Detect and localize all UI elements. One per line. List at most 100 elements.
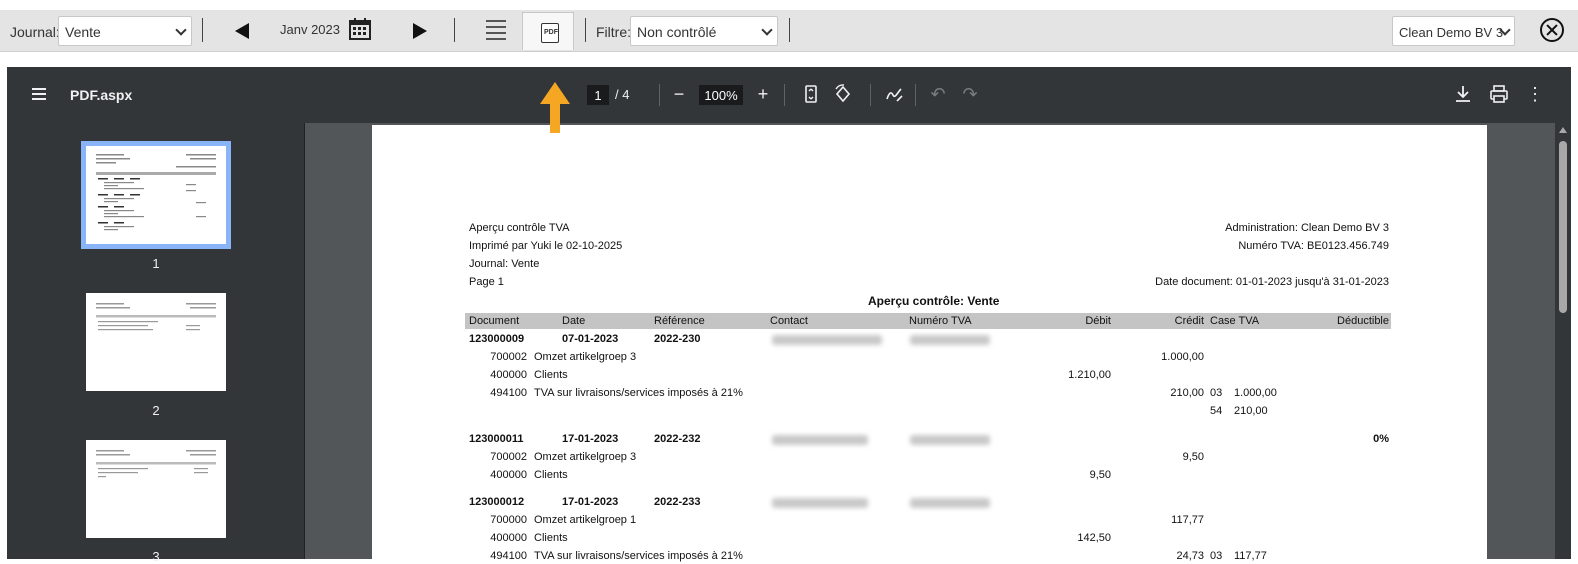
redacted-contact [772, 335, 882, 345]
col-reference: Référence [654, 315, 705, 327]
redacted-vat-number [910, 498, 990, 508]
thumbnail-page-1[interactable] [81, 141, 231, 249]
page-count: / 4 [615, 87, 630, 102]
line-credit: 1.000,00 [1161, 351, 1204, 363]
document-title: PDF.aspx [70, 87, 133, 103]
scroll-up-icon[interactable] [1559, 127, 1567, 133]
report-vat-number: Numéro TVA: BE0123.456.749 [1238, 240, 1389, 252]
col-date: Date [562, 315, 586, 327]
redo-icon[interactable]: ↷ [959, 83, 981, 105]
thumbnail-label: 1 [152, 256, 160, 271]
entry-reference: 2022-232 [654, 433, 701, 445]
print-icon[interactable] [1488, 83, 1510, 105]
entry-deductible: 0% [1373, 433, 1389, 445]
col-vat-number: Numéro TVA [909, 315, 972, 327]
thumbnail-label: 3 [152, 549, 160, 564]
line-account: 400000 [490, 532, 527, 544]
entry-date: 17-01-2023 [562, 496, 619, 508]
line-debit: 1.210,00 [1068, 369, 1111, 381]
line-account: 700000 [490, 514, 527, 526]
vertical-scrollbar[interactable] [1555, 123, 1571, 559]
separator [915, 84, 916, 106]
entry-document: 123000012 [469, 496, 525, 508]
download-icon[interactable] [1452, 83, 1474, 105]
line-description: TVA sur livraisons/services imposés à 21… [534, 550, 743, 562]
next-period-button[interactable] [413, 23, 427, 39]
annotation-arrow-icon [540, 82, 570, 134]
previous-period-button[interactable] [235, 23, 249, 39]
company-select[interactable]: Clean Demo BV 3 [1392, 16, 1515, 46]
zoom-in-icon[interactable]: + [752, 83, 774, 105]
line-vat-box: 03 [1210, 387, 1223, 399]
report-heading: Aperçu contrôle: Vente [868, 294, 1000, 308]
close-icon[interactable] [1540, 18, 1564, 42]
redacted-vat-number [910, 335, 990, 345]
line-description: Omzet artikelgroep 1 [534, 514, 637, 526]
annotate-pen-icon[interactable] [883, 83, 905, 105]
rotate-icon[interactable] [832, 83, 854, 105]
line-vat-box: 54 [1210, 405, 1223, 417]
journal-select-value: Vente [65, 24, 101, 40]
line-account: 400000 [490, 469, 527, 481]
line-debit: 142,50 [1077, 532, 1111, 544]
line-vat-box-amount: 1.000,00 [1234, 387, 1277, 399]
entry-document: 123000011 [469, 433, 524, 445]
undo-icon[interactable]: ↶ [927, 83, 949, 105]
report-title: Aperçu contrôle TVA [469, 222, 570, 234]
line-account: 700002 [490, 351, 527, 363]
line-account: 494100 [490, 550, 527, 562]
col-debit: Débit [1085, 315, 1111, 327]
thumbnail-page-2[interactable] [86, 293, 226, 391]
line-credit: 24,73 [1176, 550, 1204, 562]
list-view-button[interactable] [486, 20, 506, 40]
zoom-out-icon[interactable]: − [668, 83, 690, 105]
line-description: Omzet artikelgroep 3 [534, 451, 637, 463]
filter-select[interactable]: Non contrôlé [630, 16, 778, 46]
pdf-file-icon: PDF [541, 23, 559, 43]
col-credit: Crédit [1174, 315, 1204, 327]
report-administration: Administration: Clean Demo BV 3 [1225, 222, 1389, 234]
thumbnail-sidebar: 1 2 3 [7, 123, 305, 564]
calendar-icon[interactable] [349, 18, 371, 40]
line-debit: 9,50 [1089, 469, 1111, 481]
pdf-icon-label: PDF [544, 29, 558, 36]
thumbnail-page-3[interactable] [86, 440, 226, 538]
line-description: Clients [534, 469, 568, 481]
line-description: Omzet artikelgroep 3 [534, 351, 637, 363]
col-vat-box: Case TVA [1210, 315, 1260, 327]
printed-by: Imprimé par Yuki le 02-10-2025 [469, 240, 623, 252]
journal-select[interactable]: Vente [58, 16, 192, 46]
col-deductible: Déductible [1337, 315, 1389, 327]
page-number-input[interactable]: 1 [587, 85, 609, 105]
zoom-input[interactable]: 100% [699, 85, 743, 105]
redacted-contact [772, 435, 868, 445]
separator [784, 84, 785, 106]
line-vat-box-amount: 117,77 [1234, 550, 1267, 562]
report-page: Page 1 [469, 276, 504, 288]
fit-page-icon[interactable] [800, 83, 822, 105]
line-account: 494100 [490, 387, 527, 399]
pdf-page: Aperçu contrôle TVA Imprimé par Yuki le … [372, 125, 1487, 562]
line-credit: 210,00 [1170, 387, 1204, 399]
chevron-down-icon [175, 24, 187, 36]
separator [659, 84, 660, 106]
pdf-view-tab[interactable]: PDF [522, 12, 574, 50]
line-description: Clients [534, 369, 568, 381]
filter-select-value: Non contrôlé [637, 24, 717, 40]
redacted-contact [772, 498, 868, 508]
filter-label: Filtre: [596, 24, 631, 40]
more-options-icon[interactable]: ⋮ [1524, 83, 1546, 105]
pdf-viewer: PDF.aspx 1 / 4 − 100% + ↶ ↷ ⋮ 1 2 3 Aper… [7, 67, 1571, 564]
list-icon [486, 20, 506, 22]
scrollbar-thumb[interactable] [1559, 141, 1567, 313]
separator [585, 18, 586, 42]
entry-reference: 2022-233 [654, 496, 701, 508]
line-description: Clients [534, 532, 568, 544]
redacted-vat-number [910, 435, 990, 445]
entry-date: 17-01-2023 [562, 433, 619, 445]
period-label: Janv 2023 [280, 22, 340, 37]
menu-icon[interactable] [32, 88, 46, 100]
report-date-range: Date document: 01-01-2023 jusqu'à 31-01-… [1155, 276, 1389, 288]
chevron-down-icon [761, 24, 773, 36]
line-credit: 9,50 [1182, 451, 1204, 463]
